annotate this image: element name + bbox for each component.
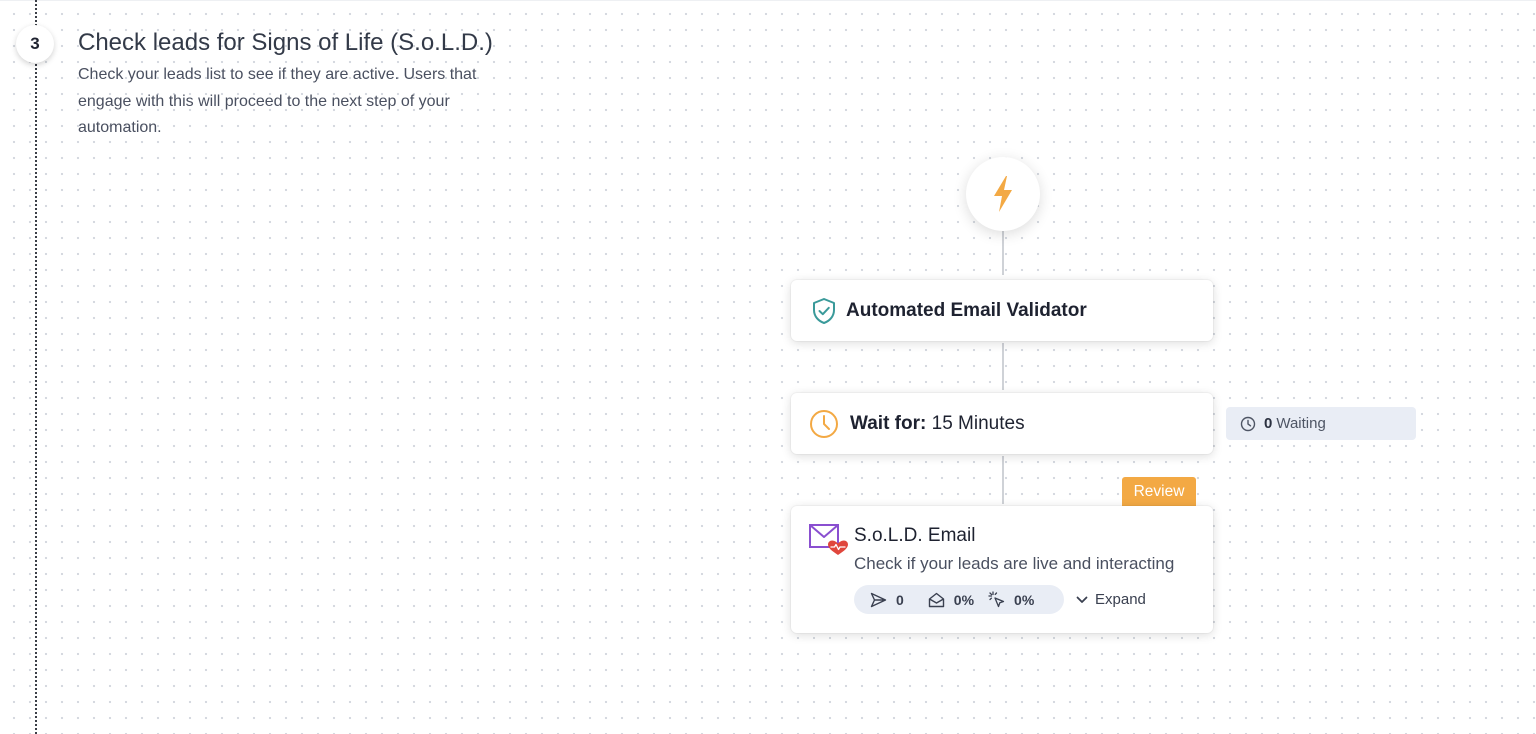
waiting-count-chip[interactable]: 0 Waiting (1226, 407, 1416, 440)
connector-line (1002, 343, 1004, 390)
email-description: Check if your leads are live and interac… (854, 554, 1175, 573)
step-timeline-line (35, 0, 37, 734)
step-header: Check leads for Signs of Life (S.o.L.D.)… (78, 29, 518, 142)
email-stats: 0 0% 0% (854, 585, 1064, 614)
wait-label: Wait for: (850, 412, 927, 434)
clicked-stat: 0% (988, 591, 1034, 608)
trigger-node[interactable] (966, 157, 1040, 231)
step-title: Check leads for Signs of Life (S.o.L.D.) (78, 29, 493, 56)
wait-node[interactable]: Wait for: 15 Minutes (791, 393, 1213, 454)
open-rate: 0% (953, 591, 975, 608)
shield-check-icon (813, 297, 835, 324)
chevron-down-icon (1076, 596, 1088, 603)
email-title: S.o.L.D. Email (854, 525, 976, 546)
lightning-bolt-icon (994, 176, 1012, 212)
waiting-label: Waiting (1276, 415, 1326, 432)
open-envelope-icon (928, 592, 944, 607)
wait-duration: 15 Minutes (931, 412, 1025, 434)
step-number-badge: 3 (16, 25, 54, 63)
click-rate: 0% (1014, 591, 1035, 608)
sent-stat: 0 (870, 592, 904, 608)
top-divider (0, 0, 1536, 1)
opened-stat: 0% (928, 592, 974, 608)
connector-line (1002, 456, 1004, 504)
email-validator-node[interactable]: Automated Email Validator (791, 280, 1213, 341)
validator-title: Automated Email Validator (846, 299, 1087, 321)
send-icon (870, 592, 887, 607)
connector-line (1002, 229, 1004, 275)
waiting-count: 0 (1264, 415, 1273, 432)
expand-button[interactable]: Expand (1076, 587, 1146, 612)
clock-icon (1240, 416, 1256, 431)
sent-count: 0 (896, 591, 904, 608)
review-badge[interactable]: Review (1122, 477, 1196, 506)
cursor-click-icon (988, 591, 1005, 608)
email-heart-icon (809, 524, 848, 555)
expand-label: Expand (1095, 591, 1146, 608)
step-description: Check your leads list to see if they are… (78, 66, 477, 136)
clock-icon (810, 409, 838, 438)
